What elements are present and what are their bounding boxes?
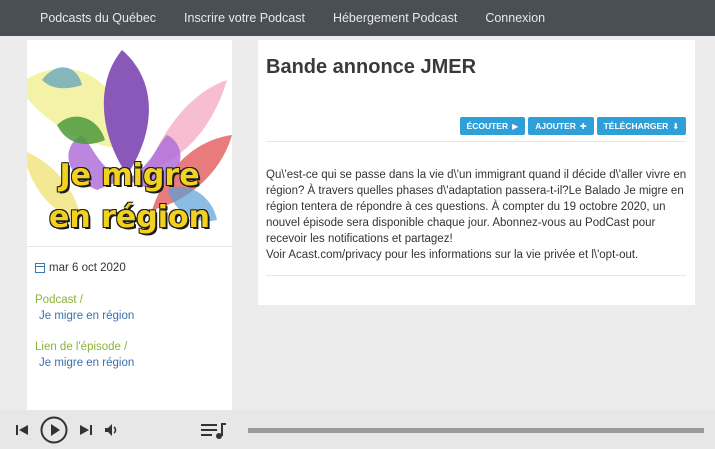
cover-title-line-1: Je migre <box>59 158 200 193</box>
episode-link-label: Lien de l'épisode / <box>35 341 128 353</box>
episode-title: Bande annonce JMER <box>266 56 477 78</box>
divider <box>266 141 686 142</box>
download-button-label: TÉLÉCHARGER <box>603 121 669 131</box>
podcast-label: Podcast / <box>35 294 83 306</box>
privacy-notice: Voir Acast.com/privacy pour les informat… <box>266 249 639 261</box>
listen-button-label: ÉCOUTER <box>466 121 509 131</box>
nav-podcasts-du-quebec[interactable]: Podcasts du Québec <box>40 11 156 25</box>
cover-title-line-2: en région <box>48 200 210 235</box>
episode-description: Qu\'est-ce qui se passe dans la vie d\'u… <box>266 167 691 263</box>
description-paragraph: Qu\'est-ce qui se passe dans la vie d\'u… <box>266 169 687 245</box>
previous-icon[interactable] <box>14 422 30 438</box>
playback-progress-bar[interactable] <box>248 428 704 433</box>
divider <box>266 275 686 276</box>
feather-artwork <box>27 50 232 222</box>
play-icon: ▶ <box>512 121 519 131</box>
add-button-label: AJOUTER <box>535 121 576 131</box>
play-icon[interactable] <box>39 415 69 445</box>
divider <box>27 246 232 247</box>
episode-panel: Bande annonce JMER ÉCOUTER ▶ AJOUTER ✚ T… <box>258 40 695 305</box>
top-navigation: Podcasts du Québec Inscrire votre Podcas… <box>0 0 715 36</box>
episode-date: mar 6 oct 2020 <box>35 262 126 274</box>
download-button[interactable]: TÉLÉCHARGER ⬇ <box>596 117 686 135</box>
episode-date-text: mar 6 oct 2020 <box>49 262 126 274</box>
podcast-cover-image: Je migre en région <box>27 40 232 245</box>
nav-inscrire-votre-podcast[interactable]: Inscrire votre Podcast <box>184 11 305 25</box>
volume-icon[interactable] <box>104 422 120 438</box>
listen-button[interactable]: ÉCOUTER ▶ <box>459 117 526 135</box>
download-icon: ⬇ <box>672 121 679 131</box>
calendar-icon <box>35 263 45 273</box>
nav-connexion[interactable]: Connexion <box>485 11 545 25</box>
next-icon[interactable] <box>78 422 94 438</box>
nav-hebergement-podcast[interactable]: Hébergement Podcast <box>333 11 457 25</box>
episode-sidebar: Je migre en région mar 6 oct 2020 Podcas… <box>27 40 232 410</box>
episode-link[interactable]: Je migre en région <box>39 357 134 369</box>
playlist-icon[interactable] <box>200 421 228 441</box>
plus-icon: ✚ <box>579 121 587 131</box>
add-button[interactable]: AJOUTER ✚ <box>528 117 594 135</box>
podcast-link[interactable]: Je migre en région <box>39 310 134 322</box>
episode-actions: ÉCOUTER ▶ AJOUTER ✚ TÉLÉCHARGER ⬇ <box>459 117 686 135</box>
